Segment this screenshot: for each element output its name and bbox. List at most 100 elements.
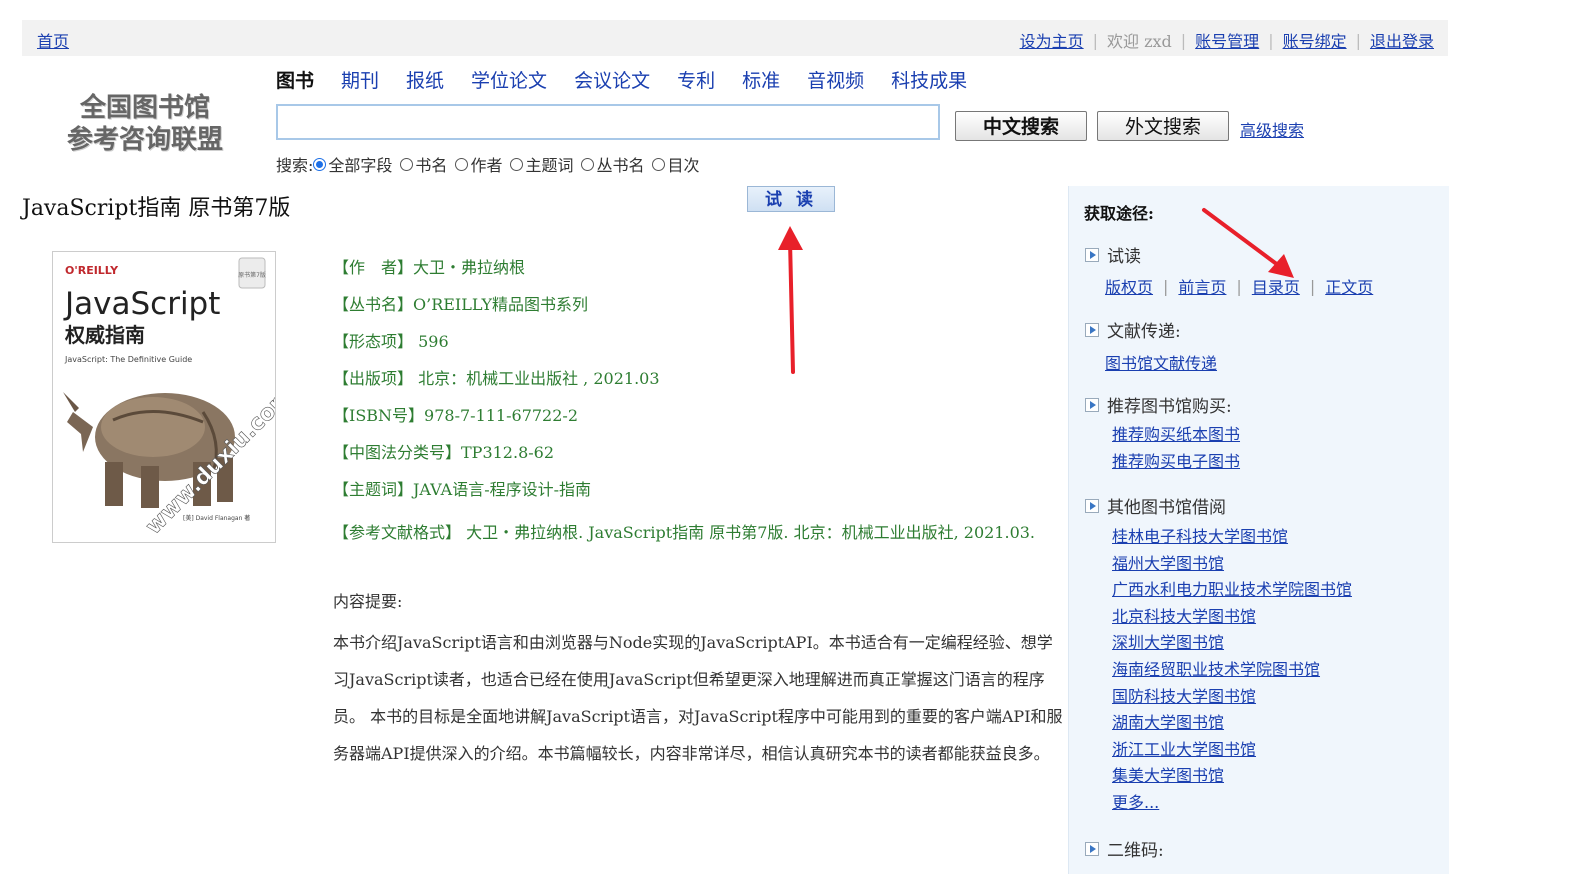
option-label: 作者 xyxy=(470,156,503,175)
option-series[interactable]: 丛书名 xyxy=(581,152,644,176)
search-input[interactable] xyxy=(276,104,940,140)
account-manage-link[interactable]: 账号管理 xyxy=(1195,28,1259,52)
library-delivery-link[interactable]: 图书馆文献传递 xyxy=(1105,350,1217,374)
tab-conference[interactable]: 会议论文 xyxy=(574,66,650,93)
library-link[interactable]: 海南经贸职业技术学院图书馆 xyxy=(1112,660,1320,679)
option-toc[interactable]: 目次 xyxy=(652,152,700,176)
library-link[interactable]: 集美大学图书馆 xyxy=(1112,766,1224,785)
meta-isbn: 【ISBN号】978-7-111-67722-2 xyxy=(333,406,579,425)
section-delivery: 文献传递: xyxy=(1085,317,1181,342)
tab-newspapers[interactable]: 报纸 xyxy=(406,66,444,93)
section-other-label: 其他图书馆借阅 xyxy=(1107,498,1226,518)
tab-journals[interactable]: 期刊 xyxy=(341,66,379,93)
triangle-right-icon[interactable] xyxy=(1085,841,1099,856)
radio-icon[interactable] xyxy=(313,157,327,171)
meta-citation: 【参考文献格式】 大卫・弗拉纳根. JavaScript指南 原书第7版. 北京… xyxy=(333,523,1036,542)
tab-standards[interactable]: 标准 xyxy=(742,66,780,93)
option-label: 书名 xyxy=(415,156,448,175)
library-link[interactable]: 湖南大学图书馆 xyxy=(1112,713,1224,732)
meta-subject: 【主题词】JAVA语言-程序设计-指南 xyxy=(333,480,592,499)
divider: | xyxy=(1236,276,1242,296)
option-label: 主题词 xyxy=(525,156,574,175)
tab-books[interactable]: 图书 xyxy=(276,66,314,93)
trial-read-button[interactable]: 试 读 xyxy=(747,186,835,212)
top-right-links: 设为主页 | 欢迎 zxd | 账号管理 | 账号绑定 | 退出登录 xyxy=(1020,28,1434,52)
radio-icon[interactable] xyxy=(581,157,595,171)
section-qrcode-label: 二维码: xyxy=(1107,841,1164,861)
search-label: 搜索: xyxy=(276,156,314,175)
tab-patents[interactable]: 专利 xyxy=(677,66,715,93)
recommend-links: 推荐购买纸本图书 推荐购买电子图书 xyxy=(1112,422,1240,475)
section-other-libraries: 其他图书馆借阅 xyxy=(1085,493,1226,518)
preface-page-link[interactable]: 前言页 xyxy=(1178,274,1226,298)
trial-links: 版权页 | 前言页 | 目录页 | 正文页 xyxy=(1105,274,1373,298)
site-logo[interactable]: 全国图书馆 参考咨询联盟 xyxy=(60,92,230,156)
library-link[interactable]: 深圳大学图书馆 xyxy=(1112,633,1224,652)
toc-page-link[interactable]: 目录页 xyxy=(1252,274,1300,298)
triangle-right-icon[interactable] xyxy=(1085,247,1099,262)
home-link[interactable]: 首页 xyxy=(37,28,69,52)
meta-pages: 【形态项】 596 xyxy=(333,332,449,351)
cover-main-title: JavaScript xyxy=(63,286,220,322)
cover-image: O'REILLY 原书第7版 JavaScript 权威指南 JavaScrip… xyxy=(53,252,275,542)
tab-theses[interactable]: 学位论文 xyxy=(471,66,547,93)
book-cover: O'REILLY 原书第7版 JavaScript 权威指南 JavaScrip… xyxy=(52,251,276,543)
panel-heading: 获取途径: xyxy=(1084,204,1154,223)
delivery-links: 图书馆文献传递 xyxy=(1105,350,1217,374)
radio-icon[interactable] xyxy=(652,157,666,171)
foreign-search-button[interactable]: 外文搜索 xyxy=(1097,111,1229,141)
tab-media[interactable]: 音视频 xyxy=(807,66,864,93)
cover-author: [美] David Flanagan 著 xyxy=(183,514,250,522)
divider: | xyxy=(1180,30,1187,50)
cover-subtitle: JavaScript: The Definitive Guide xyxy=(64,355,192,364)
advanced-search-link[interactable]: 高级搜索 xyxy=(1240,117,1304,141)
book-metadata: 【作 者】大卫・弗拉纳根 【丛书名】O’REILLY精品图书系列 【形态项】 5… xyxy=(333,254,660,513)
section-trial-label: 试读 xyxy=(1107,247,1141,267)
access-panel: 获取途径: 试读 版权页 | 前言页 | 目录页 | 正文页 文献传递: 图书馆… xyxy=(1068,186,1449,874)
summary-label: 内容提要: xyxy=(333,592,403,611)
triangle-right-icon[interactable] xyxy=(1085,322,1099,337)
library-link[interactable]: 北京科技大学图书馆 xyxy=(1112,607,1256,626)
cover-badge: 原书第7版 xyxy=(238,271,266,279)
divider: | xyxy=(1268,30,1274,50)
tab-achievements[interactable]: 科技成果 xyxy=(891,66,967,93)
divider: | xyxy=(1355,30,1361,50)
radio-icon[interactable] xyxy=(400,157,414,171)
option-subject[interactable]: 主题词 xyxy=(510,152,573,176)
account-bind-link[interactable]: 账号绑定 xyxy=(1283,28,1347,52)
chinese-search-button[interactable]: 中文搜索 xyxy=(955,111,1087,141)
cover-publisher: O'REILLY xyxy=(65,264,119,277)
triangle-right-icon[interactable] xyxy=(1085,498,1099,513)
other-library-list: 桂林电子科技大学图书馆 福州大学图书馆 广西水利电力职业技术学院图书馆 北京科技… xyxy=(1112,524,1352,817)
section-trial: 试读 xyxy=(1085,242,1141,267)
library-link[interactable]: 广西水利电力职业技术学院图书馆 xyxy=(1112,580,1352,599)
radio-icon[interactable] xyxy=(455,157,469,171)
meta-series: 【丛书名】O’REILLY精品图书系列 xyxy=(333,295,589,314)
option-book-title[interactable]: 书名 xyxy=(400,152,447,176)
section-recommend-label: 推荐图书馆购买: xyxy=(1107,397,1232,417)
summary-text: 本书介绍JavaScript语言和由浏览器与Node实现的JavaScriptA… xyxy=(333,633,1063,763)
logo-line-2: 参考咨询联盟 xyxy=(66,125,223,155)
radio-icon[interactable] xyxy=(510,157,524,171)
meta-clc: 【中图法分类号】TP312.8-62 xyxy=(333,443,555,462)
book-title: JavaScript指南 原书第7版 xyxy=(22,196,291,221)
body-page-link[interactable]: 正文页 xyxy=(1325,274,1373,298)
option-all-fields[interactable]: 全部字段 xyxy=(313,152,392,176)
logout-link[interactable]: 退出登录 xyxy=(1370,28,1434,52)
recommend-paper-link[interactable]: 推荐购买纸本图书 xyxy=(1112,425,1240,444)
top-bar: 首页 设为主页 | 欢迎 zxd | 账号管理 | 账号绑定 | 退出登录 xyxy=(22,20,1448,56)
library-link[interactable]: 浙江工业大学图书馆 xyxy=(1112,740,1256,759)
welcome-text: 欢迎 zxd xyxy=(1106,32,1172,51)
library-link[interactable]: 国防科技大学图书馆 xyxy=(1112,687,1256,706)
more-libraries-link[interactable]: 更多... xyxy=(1112,793,1159,812)
library-link[interactable]: 桂林电子科技大学图书馆 xyxy=(1112,527,1288,546)
copyright-page-link[interactable]: 版权页 xyxy=(1105,274,1153,298)
triangle-right-icon[interactable] xyxy=(1085,397,1099,412)
option-label: 全部字段 xyxy=(328,156,393,175)
recommend-ebook-link[interactable]: 推荐购买电子图书 xyxy=(1112,452,1240,471)
category-tabs: 图书 期刊 报纸 学位论文 会议论文 专利 标准 音视频 科技成果 xyxy=(276,66,994,93)
library-link[interactable]: 福州大学图书馆 xyxy=(1112,554,1224,573)
divider: | xyxy=(1163,276,1169,296)
option-author[interactable]: 作者 xyxy=(455,152,502,176)
set-home-link[interactable]: 设为主页 xyxy=(1020,28,1084,52)
